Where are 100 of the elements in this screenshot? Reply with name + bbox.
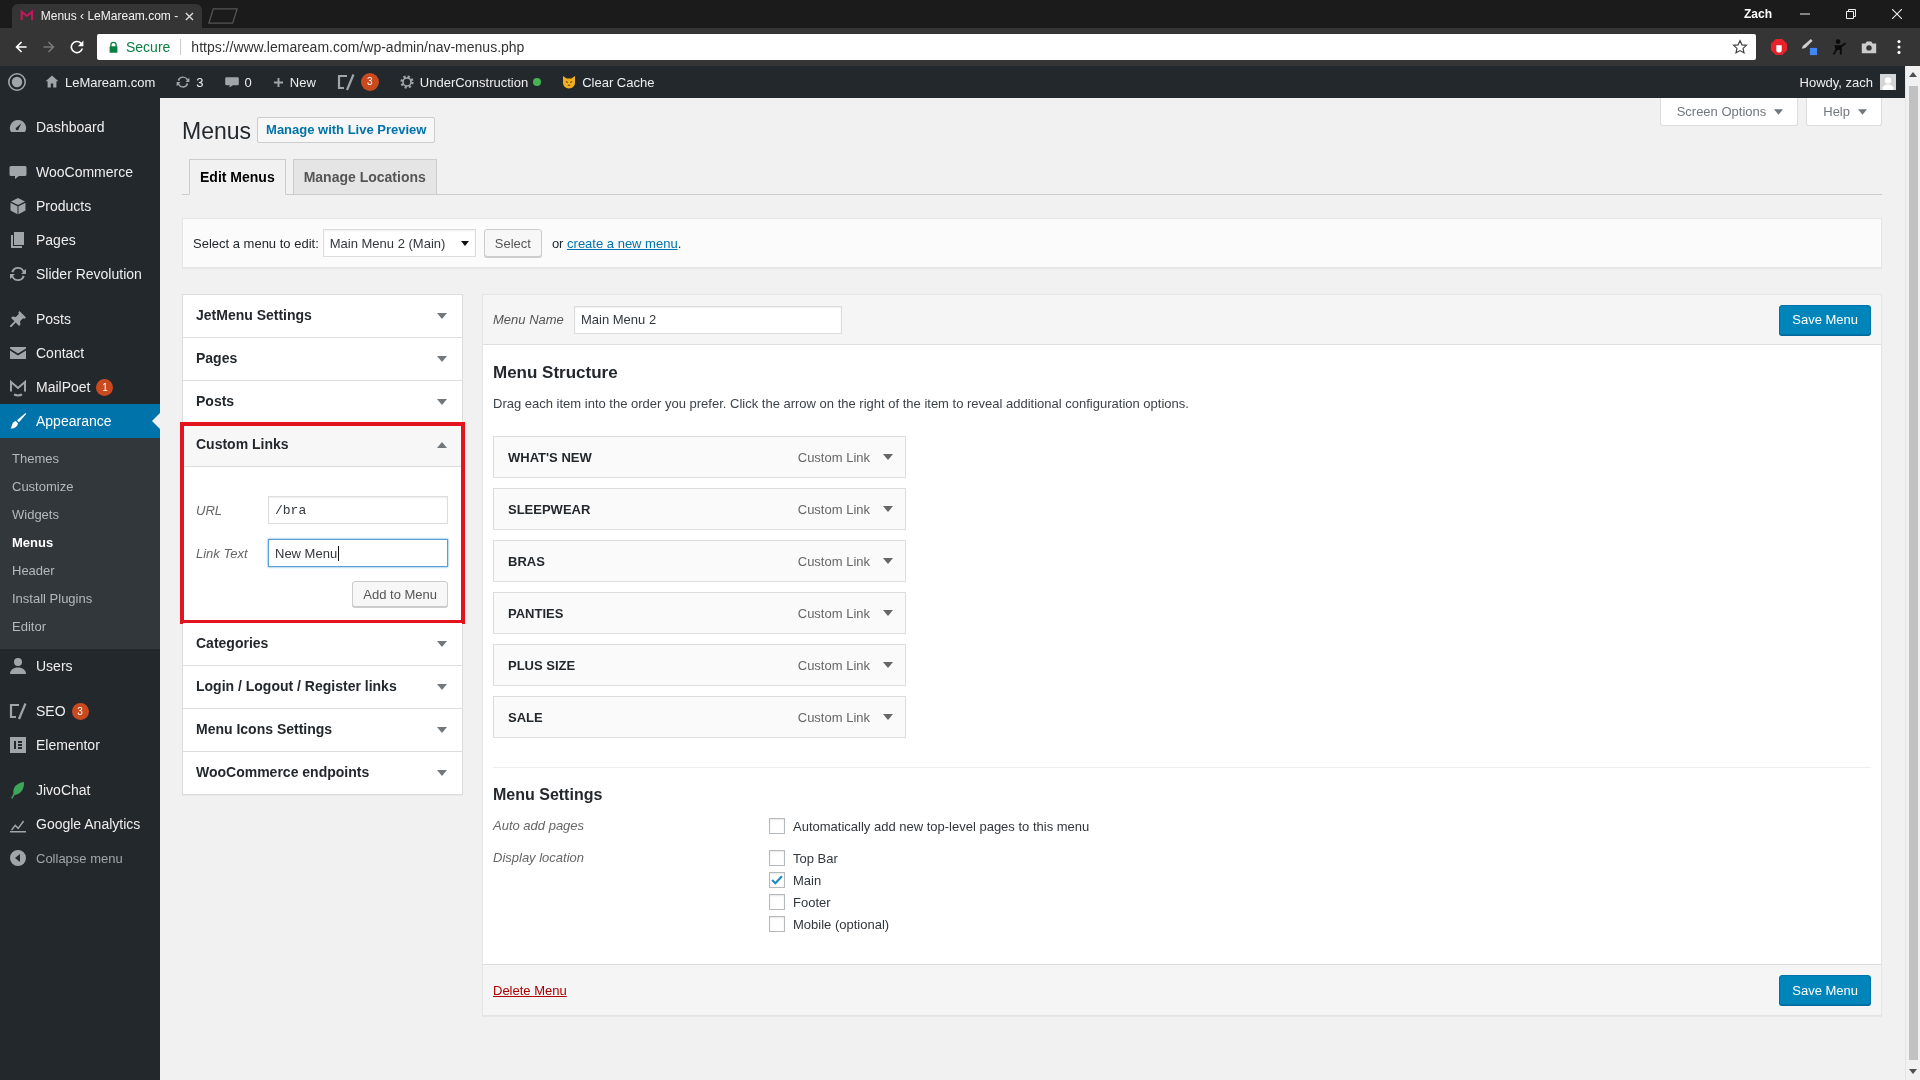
restore-icon[interactable] (1846, 9, 1856, 19)
option-label[interactable]: Automatically add new top-level pages to this menu (793, 818, 1090, 834)
live-preview-button[interactable]: Manage with Live Preview (257, 116, 436, 143)
sidebar-item[interactable]: Slider Revolution (0, 257, 160, 291)
sidebar-item[interactable]: Users (0, 649, 160, 683)
menu-item-title: WHAT'S NEW (508, 449, 593, 465)
save-menu-button[interactable]: Save Menu (1779, 304, 1871, 335)
help-tab[interactable]: Help (1806, 98, 1882, 126)
accordion-header[interactable]: Categories (183, 623, 462, 666)
scroll-up-icon[interactable] (1909, 72, 1917, 77)
forward-icon[interactable] (41, 39, 57, 55)
option-label[interactable]: Mobile (optional) (793, 916, 890, 932)
menu-item-bar[interactable]: PLUS SIZE Custom Link (493, 644, 906, 686)
pen-icon[interactable] (1800, 38, 1818, 56)
sidebar-item[interactable]: WooCommerce (0, 155, 160, 189)
submenu-item[interactable]: Menus (0, 529, 160, 557)
updates-link[interactable]: 3 (175, 74, 204, 90)
caret-icon[interactable] (460, 240, 469, 246)
back-icon[interactable] (13, 39, 29, 55)
scroll-down-icon[interactable] (1909, 1069, 1917, 1074)
accordion-header[interactable]: Pages (183, 338, 462, 381)
submenu-item[interactable]: Customize (0, 473, 160, 501)
scrollbar-thumb[interactable] (1908, 86, 1918, 1060)
option-label[interactable]: Main (793, 872, 822, 888)
create-menu-link[interactable]: create a new menu (567, 235, 678, 251)
submenu-item[interactable]: Editor (0, 613, 160, 641)
menu-item-bar[interactable]: SALE Custom Link (493, 696, 906, 738)
sidebar-item[interactable]: Dashboard (0, 110, 160, 144)
save-menu-button[interactable]: Save Menu (1779, 975, 1871, 1005)
accordion-header[interactable]: Posts (183, 381, 462, 424)
bracket-logo-icon[interactable] (335, 72, 356, 92)
clear-cache-link[interactable]: Clear Cache (561, 74, 655, 90)
menu-item-title: PLUS SIZE (508, 657, 577, 673)
notification-count: 3 (71, 702, 89, 720)
option-label[interactable]: Footer (793, 894, 831, 910)
sidebar-item[interactable]: MailPoet 1 (0, 370, 160, 404)
sidebar-item[interactable]: Elementor (0, 728, 160, 762)
menu-item-bar[interactable]: PANTIES Custom Link (493, 592, 906, 634)
bracket-logo-icon (8, 701, 28, 721)
menu-item-bar[interactable]: BRAS Custom Link (493, 540, 906, 582)
accordion-header[interactable]: JetMenu Settings (183, 295, 462, 338)
plus-icon (271, 75, 285, 89)
menu-dropdown[interactable]: Main Menu 2 (Main) (322, 229, 476, 257)
sidebar-item[interactable]: Google Analytics (0, 807, 160, 841)
input-field[interactable]: New Menu (268, 539, 448, 567)
url-text: https://www.lemaream.com/wp-admin/nav-menus.php (191, 39, 526, 55)
menu-item-title: BRAS (508, 553, 546, 569)
checkbox[interactable] (769, 894, 785, 910)
sidebar-item[interactable]: Pages (0, 223, 160, 257)
sidebar-item[interactable]: Appearance (0, 404, 160, 438)
instructions-text: Drag each item into the order you prefer. Click the arrow on the right of the item to reveal additional configuration options. (493, 395, 1190, 413)
browser-tab[interactable]: Menus ‹ LeMaream.com - (12, 4, 202, 28)
sidebar-item[interactable]: Collapse menu (0, 841, 160, 875)
address-bar[interactable]: Secure https://www.lemaream.com/wp-admin/nav-menus.php (97, 34, 1756, 60)
menu-item-bar[interactable]: SLEEPWEAR Custom Link (493, 488, 906, 530)
comments-link[interactable]: 0 (223, 74, 252, 90)
submenu-item[interactable]: Themes (0, 445, 160, 473)
select-button[interactable]: Select (483, 229, 542, 257)
gear-icon (398, 74, 415, 90)
submenu-item[interactable]: Install Plugins (0, 585, 160, 613)
add-to-menu-button[interactable]: Add to Menu (352, 581, 448, 607)
nav-tab[interactable]: Edit Menus (189, 159, 286, 195)
close-icon[interactable] (185, 11, 194, 21)
checkbox[interactable] (769, 872, 785, 888)
sidebar-item[interactable]: Posts (0, 302, 160, 336)
accordion-header[interactable]: Custom Links (183, 424, 462, 467)
sidebar-item[interactable]: Contact (0, 336, 160, 370)
nav-tab[interactable]: Manage Locations (292, 159, 437, 195)
status-dot-icon (533, 78, 542, 86)
account-link[interactable]: Howdy, zach (1789, 74, 1905, 90)
sidebar-item[interactable]: SEO 3 (0, 694, 160, 728)
maintenance-link[interactable]: UnderConstruction (398, 74, 529, 90)
site-home-link[interactable]: LeMaream.com (44, 74, 156, 90)
accordion-header[interactable]: Menu Icons Settings (183, 709, 462, 752)
circle-logo-icon[interactable] (7, 72, 27, 92)
menu-name-field[interactable]: Main Menu 2 (574, 305, 842, 334)
stop-sign-icon[interactable] (1770, 38, 1788, 56)
sidebar-item[interactable]: JivoChat (0, 773, 160, 807)
checkbox[interactable] (769, 850, 785, 866)
submenu-item[interactable]: Widgets (0, 501, 160, 529)
close-icon[interactable] (1892, 9, 1902, 19)
menu-item-bar[interactable]: WHAT'S NEW Custom Link (493, 436, 906, 478)
checkbox[interactable] (769, 916, 785, 932)
star-icon[interactable] (1732, 39, 1748, 55)
input-field[interactable]: /bra (268, 496, 448, 524)
refresh-icon (175, 74, 192, 90)
option-label[interactable]: Top Bar (793, 850, 838, 866)
delete-menu-link[interactable]: Delete Menu (493, 982, 567, 998)
section-heading: Menu Structure (493, 362, 619, 383)
sidebar-item[interactable]: Products (0, 189, 160, 223)
checkbox[interactable] (769, 818, 785, 834)
reload-icon[interactable] (69, 39, 85, 55)
accordion-header[interactable]: Login / Logout / Register links (183, 666, 462, 709)
new-content-link[interactable]: New (271, 74, 316, 90)
screen-options-tab[interactable]: Screen Options (1659, 98, 1799, 126)
profile-name[interactable]: Zach (1734, 0, 1782, 28)
submenu-item[interactable]: Header (0, 557, 160, 585)
menu-item-type: Custom Link (797, 605, 870, 621)
accordion-header[interactable]: WooCommerce endpoints (183, 752, 462, 794)
refresh-icon (8, 264, 28, 284)
